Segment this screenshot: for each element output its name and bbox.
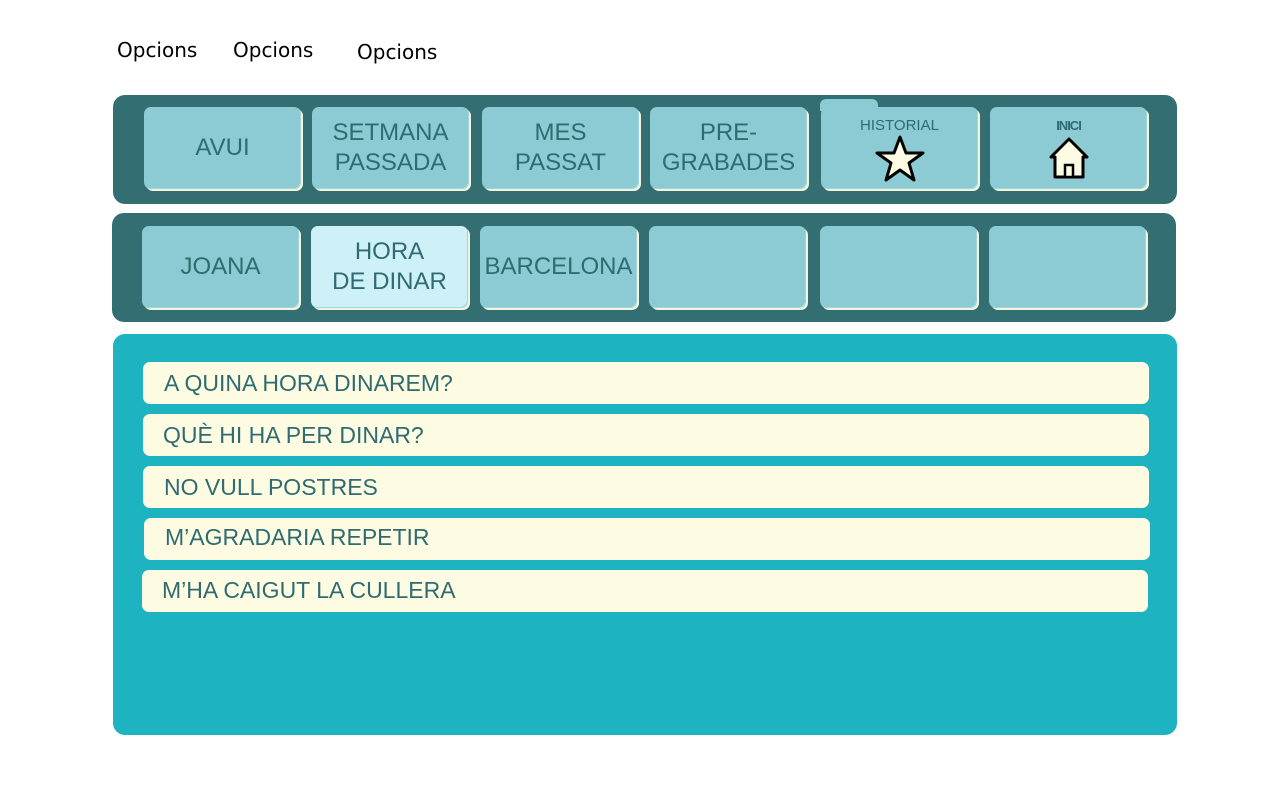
historial-button[interactable]: HISTORIAL: [821, 107, 978, 189]
category-tile-avui[interactable]: AVUI: [144, 107, 301, 189]
inici-label: INICI: [1056, 118, 1082, 133]
options-menu-1[interactable]: Opcions: [117, 38, 197, 62]
star-icon: [875, 135, 924, 182]
panel-divider: [480, 204, 816, 212]
phrase-item[interactable]: QUÈ HI HA PER DINAR?: [143, 414, 1149, 456]
topic-tile-hora-de-dinar[interactable]: HORA DE DINAR: [311, 226, 468, 308]
phrase-item[interactable]: A QUINA HORA DINAREM?: [143, 362, 1149, 404]
phrase-item[interactable]: M’AGRADARIA REPETIR: [144, 518, 1150, 560]
historial-label: HISTORIAL: [860, 117, 939, 134]
options-menu-3[interactable]: Opcions: [357, 40, 437, 64]
options-menu-2[interactable]: Opcions: [233, 38, 313, 62]
home-icon: [1049, 137, 1088, 179]
topic-tile-empty[interactable]: [989, 226, 1146, 308]
panel-divider: [985, 204, 1177, 212]
phrase-item[interactable]: NO VULL POSTRES: [143, 466, 1149, 508]
topic-tile-empty[interactable]: [820, 226, 977, 308]
topic-tile-empty[interactable]: [649, 226, 806, 308]
category-tile-setmana-passada[interactable]: SETMANA PASSADA: [312, 107, 469, 189]
topic-tile-barcelona[interactable]: BARCELONA: [480, 226, 637, 308]
inici-button[interactable]: INICI: [990, 107, 1147, 189]
category-tile-mes-passat[interactable]: MES PASSAT: [482, 107, 639, 189]
phrase-item[interactable]: M’HA CAIGUT LA CULLERA: [142, 570, 1148, 612]
category-tile-pregrabades[interactable]: PRE- GRABADES: [650, 107, 807, 189]
topic-tile-joana[interactable]: JOANA: [142, 226, 299, 308]
